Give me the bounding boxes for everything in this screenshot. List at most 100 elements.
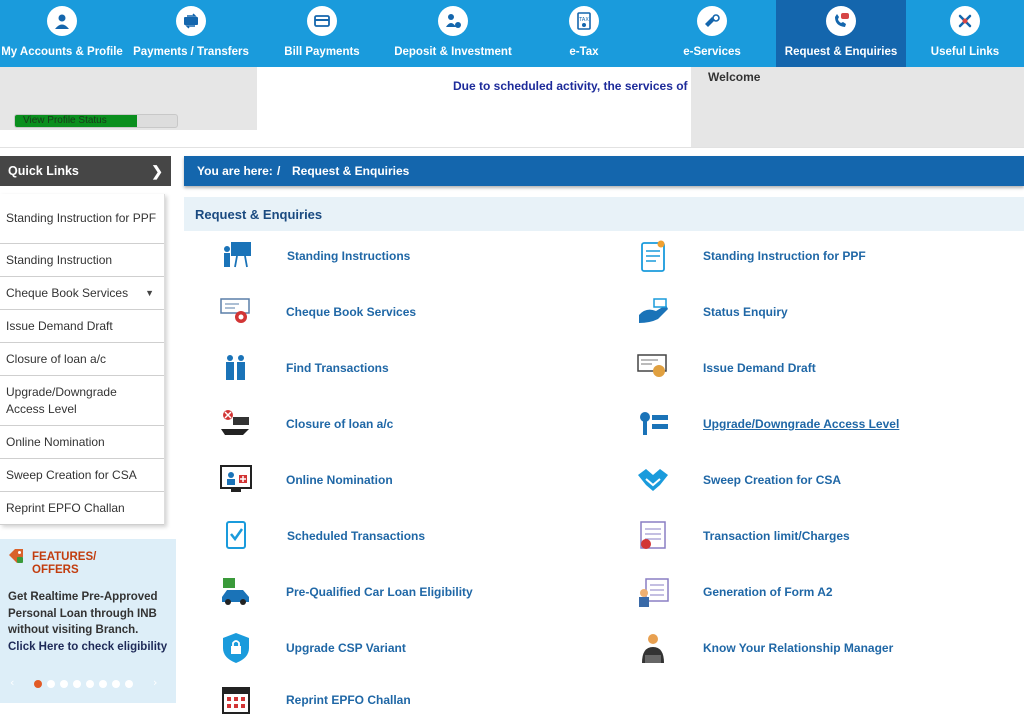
- quick-link-item[interactable]: Issue Demand Draft: [0, 310, 164, 343]
- nav-my-accounts[interactable]: My Accounts & Profile: [0, 0, 124, 67]
- service-transaction-limit[interactable]: Transaction limit/Charges: [636, 519, 850, 553]
- carousel-dot: [86, 680, 94, 688]
- draft-icon: [637, 354, 667, 377]
- features-title-line2: OFFERS: [32, 564, 79, 576]
- people-search-icon: [226, 355, 245, 380]
- quick-link-item[interactable]: Sweep Creation for CSA: [0, 459, 164, 492]
- service-find-transactions[interactable]: Find Transactions: [219, 351, 389, 385]
- tax-icon: TAX: [569, 6, 599, 36]
- service-cheque-book[interactable]: Cheque Book Services: [219, 295, 416, 329]
- service-issue-demand-draft[interactable]: Issue Demand Draft: [636, 351, 816, 385]
- nav-e-services[interactable]: e-Services: [648, 0, 776, 67]
- eservices-icon: [697, 6, 727, 36]
- service-form-a2[interactable]: Generation of Form A2: [636, 575, 833, 609]
- nav-e-tax[interactable]: TAX e-Tax: [520, 0, 648, 67]
- main-panel: Request & Enquiries Standing Instruction…: [184, 197, 1024, 721]
- service-closure-loan[interactable]: Closure of loan a/c: [219, 407, 393, 441]
- service-upgrade-downgrade-access[interactable]: Upgrade/Downgrade Access Level: [636, 407, 899, 441]
- quick-links-title: Quick Links: [8, 164, 79, 178]
- quick-link-label: Sweep Creation for CSA: [6, 467, 137, 482]
- service-sweep-creation[interactable]: Sweep Creation for CSA: [636, 463, 841, 497]
- quick-link-item[interactable]: Standing Instruction for PPF: [0, 194, 164, 244]
- quick-link-item[interactable]: Online Nomination: [0, 426, 164, 459]
- service-relationship-manager[interactable]: Know Your Relationship Manager: [636, 631, 893, 665]
- service-label: Reprint EPFO Challan: [286, 693, 411, 707]
- quick-link-item[interactable]: Upgrade/Downgrade Access Level: [0, 376, 164, 426]
- carousel-prev-icon: ‹: [10, 676, 14, 689]
- limit-form-icon: [640, 521, 666, 549]
- key-list-icon: [640, 412, 668, 435]
- profile-status-label: View Profile Status: [23, 115, 107, 126]
- tag-icon: [9, 549, 23, 563]
- service-scheduled-transactions[interactable]: Scheduled Transactions: [219, 519, 425, 553]
- service-status-enquiry[interactable]: Status Enquiry: [636, 295, 788, 329]
- service-standing-instruction-ppf[interactable]: Standing Instruction for PPF: [636, 239, 866, 273]
- breadcrumb-current[interactable]: Request & Enquiries: [292, 164, 409, 178]
- service-label: Cheque Book Services: [286, 305, 417, 319]
- nav-label: Request & Enquiries: [784, 46, 898, 58]
- quick-links-list: Standing Instruction for PPF Standing In…: [0, 194, 165, 525]
- quick-link-label: Issue Demand Draft: [6, 318, 113, 333]
- service-label: Issue Demand Draft: [703, 361, 816, 375]
- nav-label: e-Services: [683, 46, 741, 58]
- carousel-dot: [125, 680, 133, 688]
- carousel-dot: [73, 680, 81, 688]
- features-body: Get Realtime Pre-Approved Personal Loan …: [8, 591, 158, 636]
- nav-label: Bill Payments: [284, 46, 360, 58]
- service-standing-instructions[interactable]: Standing Instructions: [219, 239, 410, 273]
- carousel-dots[interactable]: ‹ ›: [8, 676, 168, 690]
- car-loan-icon: [222, 578, 249, 605]
- cheque-gear-icon: [220, 298, 250, 323]
- service-label: Status Enquiry: [703, 305, 788, 319]
- quick-link-label: Upgrade/Downgrade Access Level: [6, 384, 117, 416]
- carousel-dot: [99, 680, 107, 688]
- service-label: Upgrade/Downgrade Access Level: [703, 417, 900, 431]
- calendar-icon: [222, 687, 250, 714]
- quick-link-item[interactable]: Closure of loan a/c: [0, 343, 164, 376]
- service-upgrade-csp[interactable]: Upgrade CSP Variant: [219, 631, 406, 665]
- manager-icon: [642, 634, 664, 663]
- service-label: Find Transactions: [286, 361, 389, 375]
- quick-link-item[interactable]: Standing Instruction: [0, 244, 164, 277]
- quick-link-label: Standing Instruction: [6, 252, 113, 267]
- service-online-nomination[interactable]: Online Nomination: [219, 463, 393, 497]
- service-label: Transaction limit/Charges: [703, 529, 850, 543]
- presenter-board-icon: [224, 242, 251, 268]
- quick-links-header[interactable]: Quick Links ❯: [0, 156, 171, 186]
- chevron-right-icon: ❯: [151, 163, 163, 179]
- breadcrumb-prefix: You are here:: [197, 164, 273, 178]
- service-car-loan[interactable]: Pre-Qualified Car Loan Eligibility: [219, 575, 473, 609]
- nav-bill-payments[interactable]: Bill Payments: [258, 0, 386, 67]
- welcome-panel: Welcome: [691, 67, 1024, 147]
- carousel-dot: [60, 680, 68, 688]
- nav-payments-transfers[interactable]: Payments / Transfers: [124, 0, 258, 67]
- monitor-nomination-icon: [220, 465, 252, 492]
- nav-request-enquiries[interactable]: Request & Enquiries: [776, 0, 906, 67]
- service-reprint-epfo[interactable]: Reprint EPFO Challan: [219, 683, 411, 717]
- bill-icon: [307, 6, 337, 36]
- profile-status-bar[interactable]: View Profile Status: [14, 114, 178, 128]
- page-title: Request & Enquiries: [195, 207, 323, 222]
- svg-text:TAX: TAX: [578, 17, 589, 23]
- quick-link-item[interactable]: Cheque Book Services ▼: [0, 277, 164, 310]
- phone-chat-icon: [826, 6, 856, 36]
- service-label: Scheduled Transactions: [287, 529, 426, 543]
- features-link[interactable]: Click Here to check eligibility: [8, 641, 167, 653]
- handshake-icon: [638, 469, 668, 491]
- top-nav: My Accounts & Profile Payments / Transfe…: [0, 0, 1024, 67]
- transfer-icon: [176, 6, 206, 36]
- quick-link-label: Cheque Book Services: [6, 285, 129, 300]
- announcement-marquee: Due to scheduled activity, the services …: [257, 67, 691, 147]
- carousel-dot: [47, 680, 55, 688]
- service-label: Closure of loan a/c: [286, 417, 394, 431]
- quick-link-item[interactable]: Reprint EPFO Challan: [0, 492, 164, 525]
- features-text: Get Realtime Pre-Approved Personal Loan …: [8, 589, 168, 655]
- features-title: FEATURES/ OFFERS: [32, 551, 96, 577]
- service-label: Generation of Form A2: [703, 585, 833, 599]
- main-header: Request & Enquiries: [184, 197, 1024, 231]
- quick-link-label: Reprint EPFO Challan: [6, 500, 125, 515]
- nav-useful-links[interactable]: Useful Links: [906, 0, 1024, 67]
- links-icon: [950, 6, 980, 36]
- breadcrumb: You are here: / Request & Enquiries: [184, 156, 1024, 186]
- nav-deposit-investment[interactable]: Deposit & Investment: [386, 0, 520, 67]
